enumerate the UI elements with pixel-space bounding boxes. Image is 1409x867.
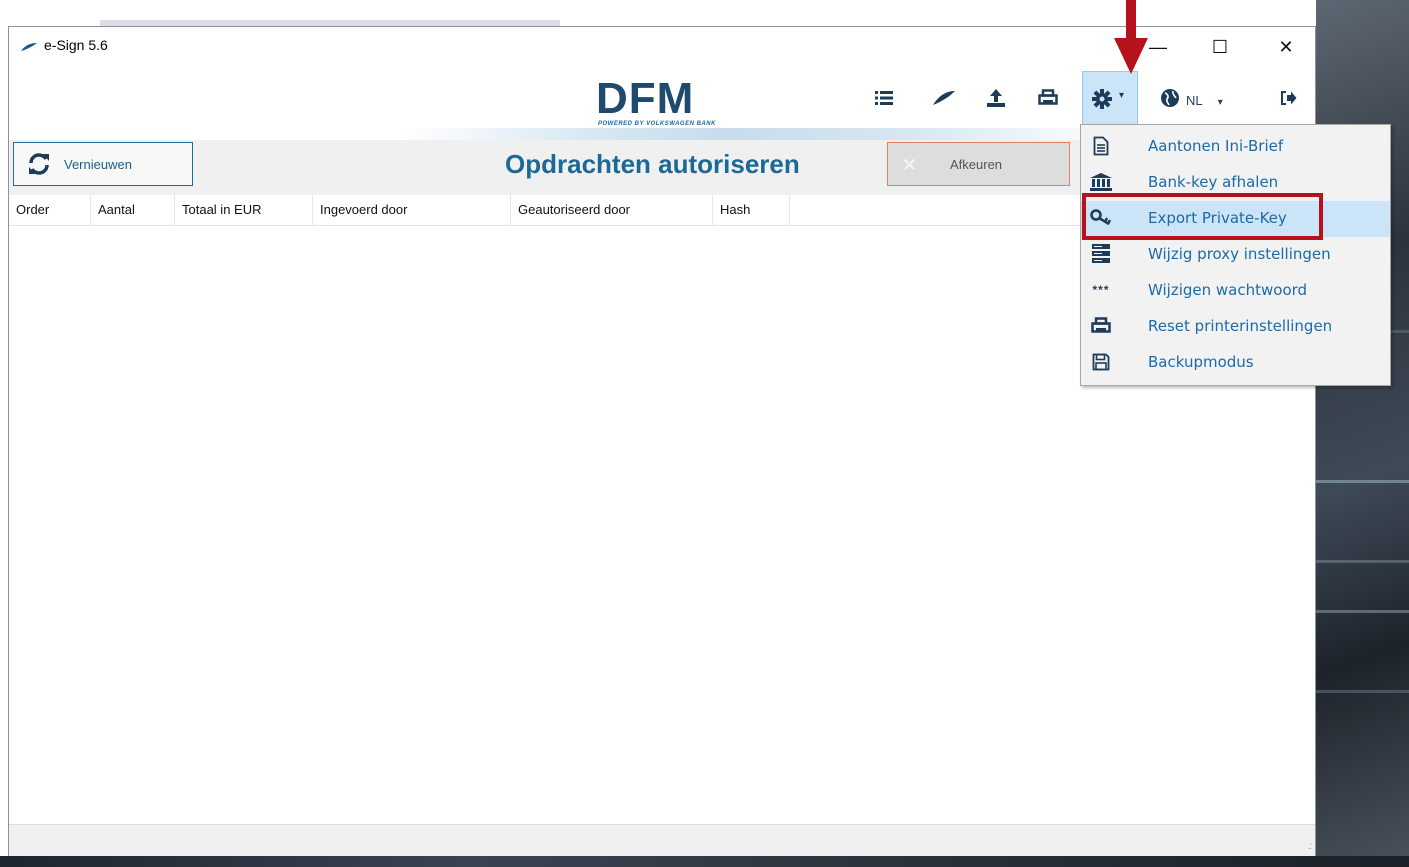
language-selector[interactable]: NL ▾ [1186, 91, 1223, 111]
globe-icon[interactable] [1155, 83, 1185, 113]
menu-item-wijzigen-wachtwoord[interactable]: *** Wijzigen wachtwoord [1081, 273, 1390, 309]
printer-icon [1089, 315, 1113, 337]
refresh-icon [27, 153, 51, 178]
column-header-totaal[interactable]: Totaal in EUR [175, 195, 313, 225]
dfm-logo: DFM POWERED BY VOLKSWAGEN BANK [596, 74, 736, 128]
menu-item-label: Reset printerinstellingen [1148, 317, 1333, 335]
gear-icon [1091, 88, 1113, 113]
maximize-button[interactable]: ☐ [1197, 33, 1243, 61]
document-icon [1089, 135, 1113, 157]
menu-item-label: Bank-key afhalen [1148, 173, 1279, 191]
status-bar: .: [9, 824, 1315, 856]
upload-icon[interactable] [981, 83, 1011, 113]
page-title: Opdrachten autoriseren [505, 149, 800, 179]
app-feather-icon [20, 40, 38, 55]
column-header-ingevoerd[interactable]: Ingevoerd door [313, 195, 511, 225]
reject-button[interactable]: ✕ Afkeuren [887, 142, 1070, 186]
menu-item-reset-printer[interactable]: Reset printerinstellingen [1081, 309, 1390, 345]
language-chevron-icon: ▾ [1217, 97, 1223, 108]
close-x-icon: ✕ [902, 155, 918, 175]
server-icon [1089, 243, 1113, 265]
column-header-geautoriseerd[interactable]: Geautoriseerd door [511, 195, 713, 225]
refresh-button[interactable]: Vernieuwen [13, 142, 193, 186]
menu-item-backupmodus[interactable]: Backupmodus [1081, 345, 1390, 381]
desktop-bottom-strip [0, 856, 1409, 867]
menu-item-wijzig-proxy[interactable]: Wijzig proxy instellingen [1081, 237, 1390, 273]
menu-item-label: Wijzigen wachtwoord [1148, 281, 1308, 299]
menu-item-aantonen-ini-brief[interactable]: Aantonen Ini-Brief [1081, 129, 1390, 165]
logo-subtitle: POWERED BY VOLKSWAGEN BANK [598, 121, 716, 127]
close-button[interactable]: ✕ [1263, 33, 1309, 61]
printer-icon[interactable] [1033, 83, 1063, 113]
password-icon: *** [1092, 283, 1110, 297]
save-icon [1089, 351, 1113, 373]
settings-menu: Aantonen Ini-Brief Bank-key afhalen Expo… [1080, 124, 1391, 386]
menu-item-label: Wijzig proxy instellingen [1148, 245, 1331, 263]
column-header-order[interactable]: Order [9, 195, 91, 225]
refresh-label: Vernieuwen [64, 157, 132, 172]
feather-icon[interactable] [929, 83, 959, 113]
highlight-annotation-box [1082, 193, 1323, 240]
column-header-hash[interactable]: Hash [713, 195, 790, 225]
language-value: NL [1186, 93, 1203, 108]
menu-item-label: Backupmodus [1148, 353, 1254, 371]
list-icon[interactable] [869, 83, 899, 113]
reject-label: Afkeuren [950, 157, 1003, 172]
resize-grip-icon[interactable]: .: [1307, 841, 1311, 852]
column-header-aantal[interactable]: Aantal [91, 195, 175, 225]
red-arrow-annotation [1111, 0, 1151, 80]
window-title: e-Sign 5.6 [44, 37, 108, 53]
bank-icon [1089, 171, 1113, 193]
logo-text: DFM [596, 74, 695, 123]
menu-item-label: Aantonen Ini-Brief [1148, 137, 1284, 155]
chevron-down-icon: ▾ [1119, 90, 1125, 101]
logout-icon[interactable] [1273, 83, 1303, 113]
